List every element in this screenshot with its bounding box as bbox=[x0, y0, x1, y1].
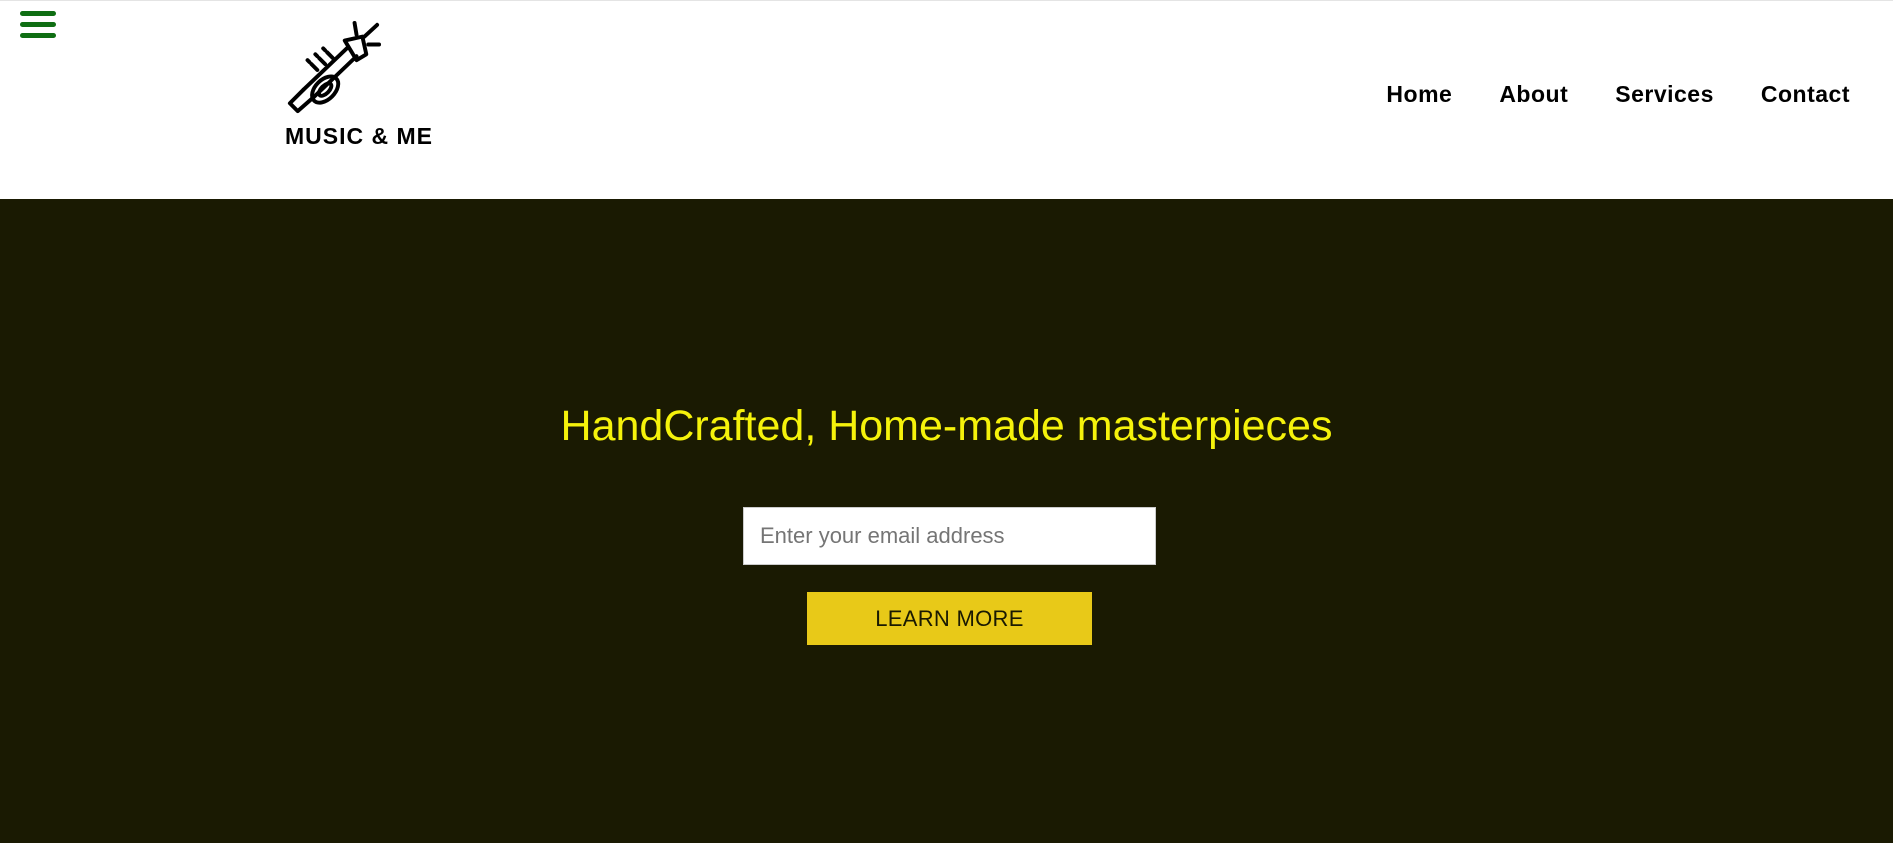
hero-section: HandCrafted, Home-made masterpieces LEAR… bbox=[0, 199, 1893, 843]
menu-bar bbox=[20, 11, 56, 16]
nav-item-contact[interactable]: Contact bbox=[1761, 81, 1850, 108]
hamburger-menu-icon[interactable] bbox=[20, 9, 56, 41]
brand-name: MUSIC & ME bbox=[285, 123, 433, 149]
hero-title: HandCrafted, Home-made masterpieces bbox=[560, 402, 1333, 450]
nav-item-about[interactable]: About bbox=[1499, 81, 1568, 108]
site-header: MUSIC & ME Home About Services Contact bbox=[0, 0, 1893, 199]
nav-item-services[interactable]: Services bbox=[1615, 81, 1714, 108]
page: MUSIC & ME Home About Services Contact H… bbox=[0, 0, 1893, 843]
trumpet-icon bbox=[287, 20, 382, 114]
main-nav: Home About Services Contact bbox=[1386, 81, 1850, 108]
menu-bar bbox=[20, 33, 56, 38]
email-input[interactable] bbox=[743, 507, 1156, 565]
learn-more-button[interactable]: LEARN MORE bbox=[807, 592, 1092, 645]
brand-logo[interactable]: MUSIC & ME bbox=[284, 19, 444, 154]
menu-bar bbox=[20, 22, 56, 27]
nav-item-home[interactable]: Home bbox=[1386, 81, 1452, 108]
